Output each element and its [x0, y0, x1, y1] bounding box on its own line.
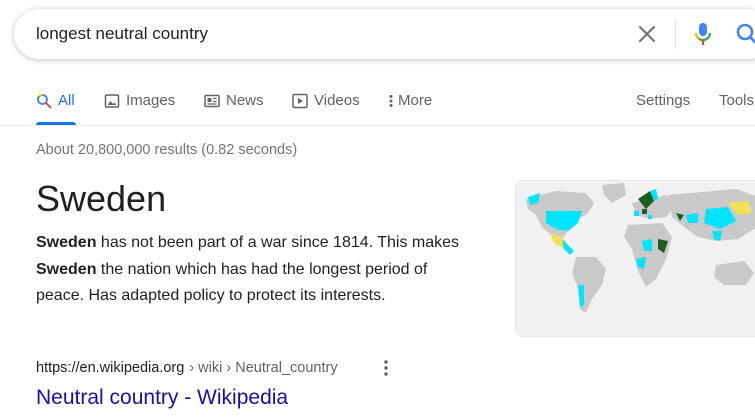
result-title-link[interactable]: Neutral country - Wikipedia: [36, 386, 288, 410]
world-map-image[interactable]: [515, 180, 755, 337]
tools-link[interactable]: Tools: [719, 92, 754, 109]
snippet-bold: Sweden: [36, 234, 97, 251]
microphone-icon[interactable]: [691, 21, 715, 47]
result-breadcrumb: › wiki › Neutral_country: [189, 360, 338, 376]
tab-images[interactable]: Images: [104, 92, 175, 109]
tab-label: More: [398, 92, 433, 109]
featured-snippet: Sweden has not been part of a war since …: [36, 230, 476, 310]
tab-label: All: [58, 92, 75, 109]
tab-label: News: [226, 92, 264, 109]
result-source: https://en.wikipedia.org › wiki › Neutra…: [36, 360, 338, 376]
play-icon: [292, 93, 308, 109]
tab-all[interactable]: All: [36, 92, 75, 109]
tools-label: Tools: [719, 92, 755, 109]
search-input[interactable]: [36, 23, 596, 45]
news-icon: [204, 93, 220, 109]
result-domain: https://en.wikipedia.org: [36, 360, 185, 376]
tab-news[interactable]: News: [204, 92, 264, 109]
more-vert-icon: [386, 93, 396, 109]
search-icon[interactable]: [734, 21, 755, 47]
settings-label: Settings: [636, 92, 691, 109]
image-icon: [104, 93, 120, 109]
snippet-bold: Sweden: [36, 260, 97, 278]
settings-link[interactable]: Settings: [636, 92, 690, 109]
result-stats: About 20,800,000 results (0.82 seconds): [36, 142, 298, 158]
search-divider: [675, 19, 676, 49]
more-options-icon[interactable]: [380, 358, 392, 378]
tab-more[interactable]: More: [386, 92, 432, 109]
tab-label: Videos: [314, 92, 360, 109]
tab-label: Images: [126, 92, 176, 109]
tab-videos[interactable]: Videos: [292, 92, 360, 109]
search-bar: [14, 9, 755, 59]
search-tabs: All Images News Videos More Settings Too…: [0, 84, 755, 126]
tabs-divider: [0, 125, 755, 126]
snippet-text: has not been part of a war since 1814. T…: [96, 234, 460, 251]
featured-answer-title: Sweden: [36, 178, 167, 219]
clear-icon[interactable]: [636, 23, 658, 45]
search-icon: [36, 93, 52, 109]
